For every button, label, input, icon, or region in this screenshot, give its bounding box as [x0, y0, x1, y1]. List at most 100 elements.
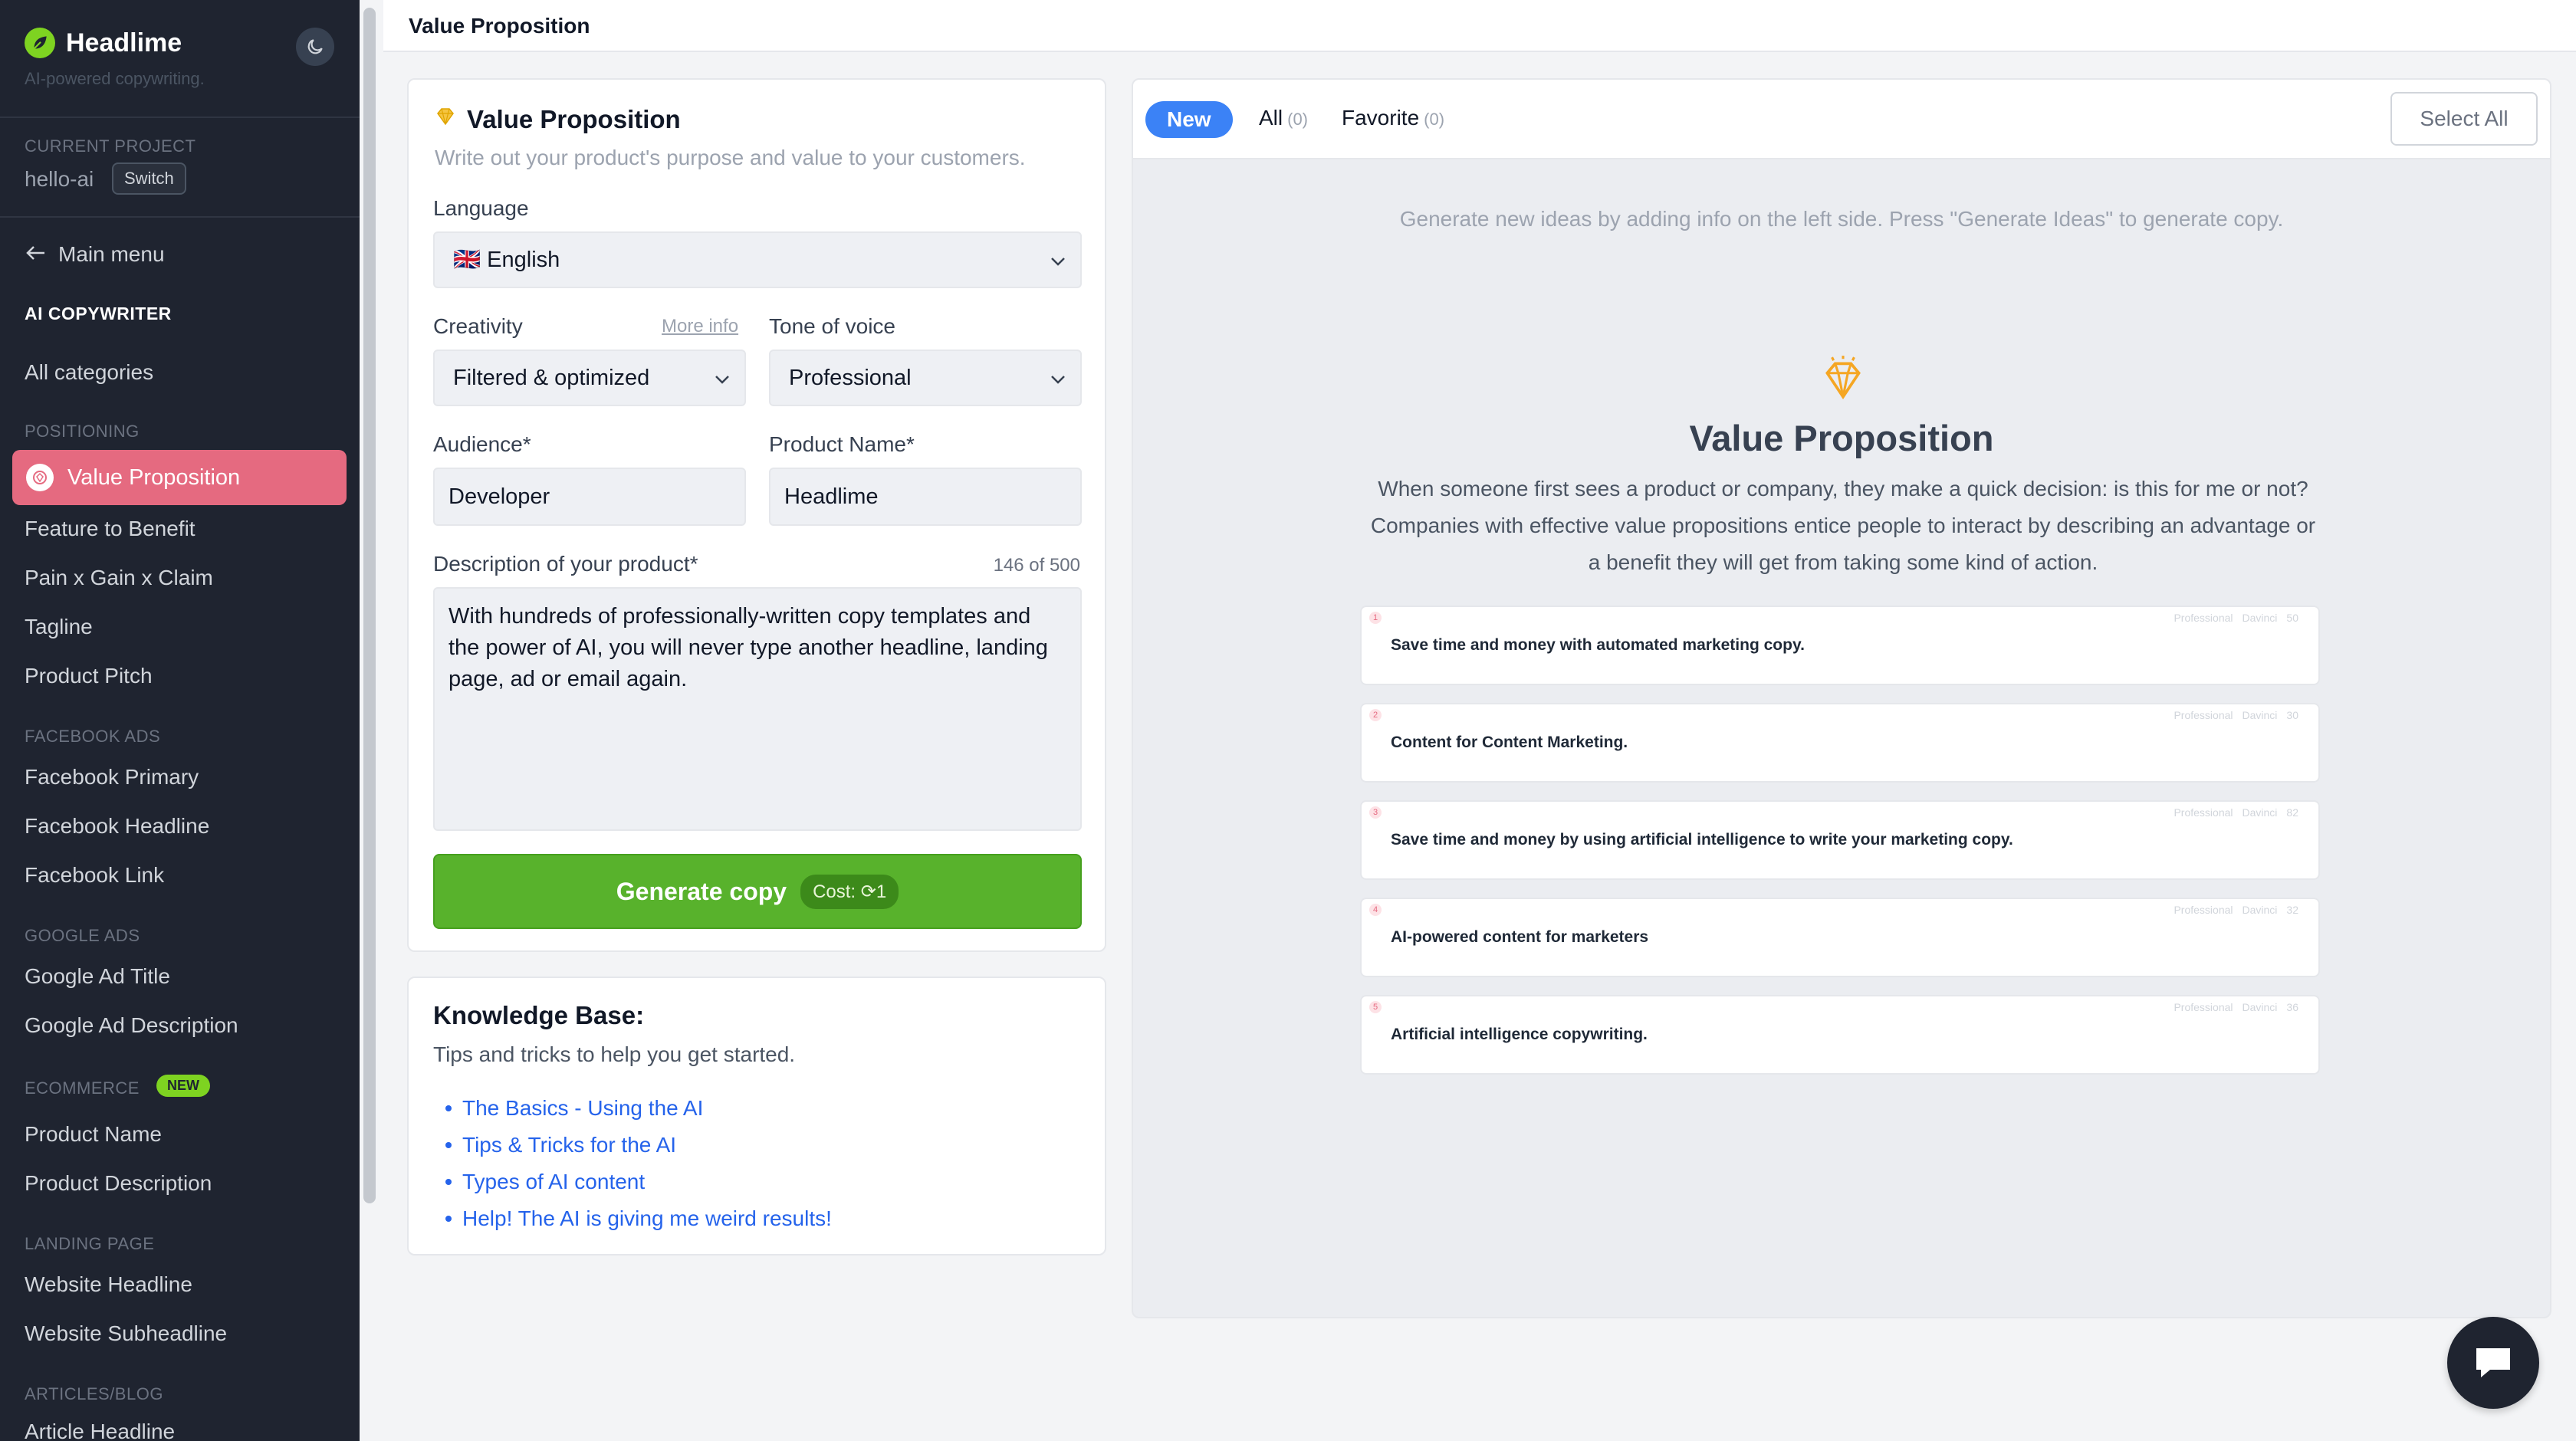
tab-all[interactable]: All (0) [1259, 106, 1308, 130]
current-project-label: CURRENT PROJECT [25, 136, 196, 156]
chevron-down-icon [714, 366, 731, 391]
idea-card[interactable]: 5 Professional Davinci 36 Artificial intel… [1360, 995, 2320, 1075]
switch-project-button[interactable]: Switch [112, 162, 186, 195]
idea-engine: Davinci [2242, 806, 2278, 819]
ai-copywriter-heading: AI COPYWRITER [25, 304, 172, 323]
sidebar-item-google-ad-description[interactable]: Google Ad Description [25, 1013, 238, 1038]
tab-new[interactable]: New [1145, 101, 1233, 138]
tab-favorite[interactable]: Favorite (0) [1342, 106, 1444, 130]
idea-number-badge: 1 [1369, 612, 1382, 624]
sidebar-item-facebook-headline[interactable]: Facebook Headline [25, 814, 209, 839]
sidebar-item-website-headline[interactable]: Website Headline [25, 1272, 192, 1297]
creativity-value: Filtered & optimized [453, 365, 650, 390]
sidebar-item-google-ad-title[interactable]: Google Ad Title [25, 964, 170, 989]
sidebar-item-value-proposition[interactable]: Value Proposition [12, 450, 347, 505]
kb-link-help[interactable]: Help! The AI is giving me weird results! [445, 1200, 832, 1237]
sidebar: Headlime AI-powered copywriting. CURRENT… [0, 0, 360, 1441]
tone-value: Professional [789, 365, 912, 390]
creativity-select[interactable]: Filtered & optimized [433, 350, 746, 406]
section-articles-blog: ARTICLES/BLOG [25, 1384, 163, 1403]
sidebar-item-product-name[interactable]: Product Name [25, 1122, 162, 1147]
sidebar-item-product-description[interactable]: Product Description [25, 1171, 212, 1196]
generate-copy-button[interactable]: Generate copy Cost: ⟳1 [433, 854, 1082, 929]
idea-meta: Professional Davinci 50 [2174, 612, 2298, 624]
results-panel: New All (0) Favorite (0) Select All Genera… [1132, 78, 2551, 1318]
knowledge-base-card: Knowledge Base: Tips and tricks to help … [407, 977, 1106, 1256]
brand[interactable]: Headlime [25, 28, 182, 58]
idea-number-badge: 3 [1369, 806, 1382, 819]
kb-link-text: Tips & Tricks for the AI [462, 1133, 677, 1157]
sidebar-item-label: Value Proposition [67, 464, 241, 490]
sidebar-item-article-headline[interactable]: Article Headline [25, 1420, 175, 1441]
kb-link-text: The Basics - Using the AI [462, 1096, 704, 1120]
knowledge-base-links: The Basics - Using the AI Tips & Tricks … [445, 1090, 832, 1237]
sidebar-scrollbar[interactable] [363, 8, 376, 1203]
description-label: Description of your product* [433, 552, 698, 576]
moon-icon[interactable] [296, 28, 334, 66]
tone-label: Tone of voice [769, 314, 895, 338]
arrow-left-icon [25, 242, 46, 267]
kb-link-tips[interactable]: Tips & Tricks for the AI [445, 1127, 832, 1164]
kb-link-text: Help! The AI is giving me weird results! [462, 1206, 832, 1230]
tab-favorite-label: Favorite [1342, 106, 1420, 130]
chevron-down-icon [1050, 366, 1066, 391]
sidebar-item-product-pitch[interactable]: Product Pitch [25, 664, 153, 688]
tab-all-count: (0) [1287, 110, 1309, 129]
main-menu-link[interactable]: Main menu [25, 242, 165, 267]
description-textarea[interactable]: With hundreds of professionally-written … [433, 587, 1082, 831]
bullet [445, 1142, 452, 1148]
idea-meta: Professional Davinci 30 [2174, 709, 2298, 721]
idea-count: 30 [2286, 709, 2298, 721]
idea-count: 82 [2286, 806, 2298, 819]
bullet [445, 1216, 452, 1222]
audience-input[interactable]: Developer [433, 468, 746, 526]
project-name: hello-ai [25, 167, 94, 191]
product-name-label: Product Name* [769, 432, 915, 456]
more-info-link[interactable]: More info [662, 316, 738, 337]
sidebar-item-facebook-link[interactable]: Facebook Link [25, 863, 164, 888]
sidebar-item-all-categories[interactable]: All categories [25, 360, 153, 385]
main-menu-label: Main menu [58, 242, 165, 266]
idea-card[interactable]: 3 Professional Davinci 82 Save time and mo… [1360, 800, 2320, 880]
sidebar-item-feature-to-benefit[interactable]: Feature to Benefit [25, 517, 196, 541]
idea-card[interactable]: 2 Professional Davinci 30 Content for Cont… [1360, 703, 2320, 783]
sidebar-item-tagline[interactable]: Tagline [25, 615, 93, 639]
language-label: Language [433, 196, 529, 220]
idea-engine: Davinci [2242, 1001, 2278, 1013]
divider [0, 216, 360, 218]
vp-title: Value Proposition [1689, 418, 1994, 458]
bullet [445, 1179, 452, 1185]
product-name-input[interactable]: Headlime [769, 468, 1082, 526]
language-select[interactable]: 🇬🇧 English [433, 231, 1082, 288]
sidebar-item-pain-gain-claim[interactable]: Pain x Gain x Claim [25, 566, 213, 590]
brand-name: Headlime [66, 28, 182, 57]
sidebar-item-facebook-primary[interactable]: Facebook Primary [25, 765, 199, 789]
generate-copy-label: Generate copy [616, 877, 787, 905]
section-landing-page: LANDING PAGE [25, 1234, 155, 1253]
section-ecommerce: ECOMMERCE [25, 1078, 140, 1098]
new-badge: NEW [156, 1075, 210, 1097]
idea-card[interactable]: 4 Professional Davinci 32 AI-powered conte… [1360, 898, 2320, 977]
idea-number-badge: 2 [1369, 709, 1382, 721]
idea-meta: Professional Davinci 32 [2174, 904, 2298, 916]
section-facebook-ads: FACEBOOK ADS [25, 727, 161, 746]
select-all-button[interactable]: Select All [2390, 92, 2538, 146]
idea-tone: Professional [2174, 1001, 2233, 1013]
creativity-label: Creativity [433, 314, 523, 338]
tone-select[interactable]: Professional [769, 350, 1082, 406]
idea-meta: Professional Davinci 82 [2174, 806, 2298, 819]
top-bar: Value Proposition [383, 0, 2576, 52]
section-google-ads: GOOGLE ADS [25, 926, 140, 945]
idea-text: Save time and money by using artificial … [1391, 831, 2013, 849]
divider [0, 117, 360, 118]
audience-label: Audience* [433, 432, 531, 456]
sidebar-item-website-subheadline[interactable]: Website Subheadline [25, 1321, 227, 1346]
kb-link-types[interactable]: Types of AI content [445, 1164, 832, 1200]
idea-card[interactable]: 1 Professional Davinci 50 Save time and mo… [1360, 606, 2320, 685]
results-header: New All (0) Favorite (0) Select All [1133, 80, 2550, 159]
idea-meta: Professional Davinci 36 [2174, 1001, 2298, 1013]
idea-tone: Professional [2174, 806, 2233, 819]
kb-link-basics[interactable]: The Basics - Using the AI [445, 1090, 832, 1127]
description-counter: 146 of 500 [993, 555, 1080, 576]
chat-icon[interactable] [2447, 1317, 2539, 1409]
